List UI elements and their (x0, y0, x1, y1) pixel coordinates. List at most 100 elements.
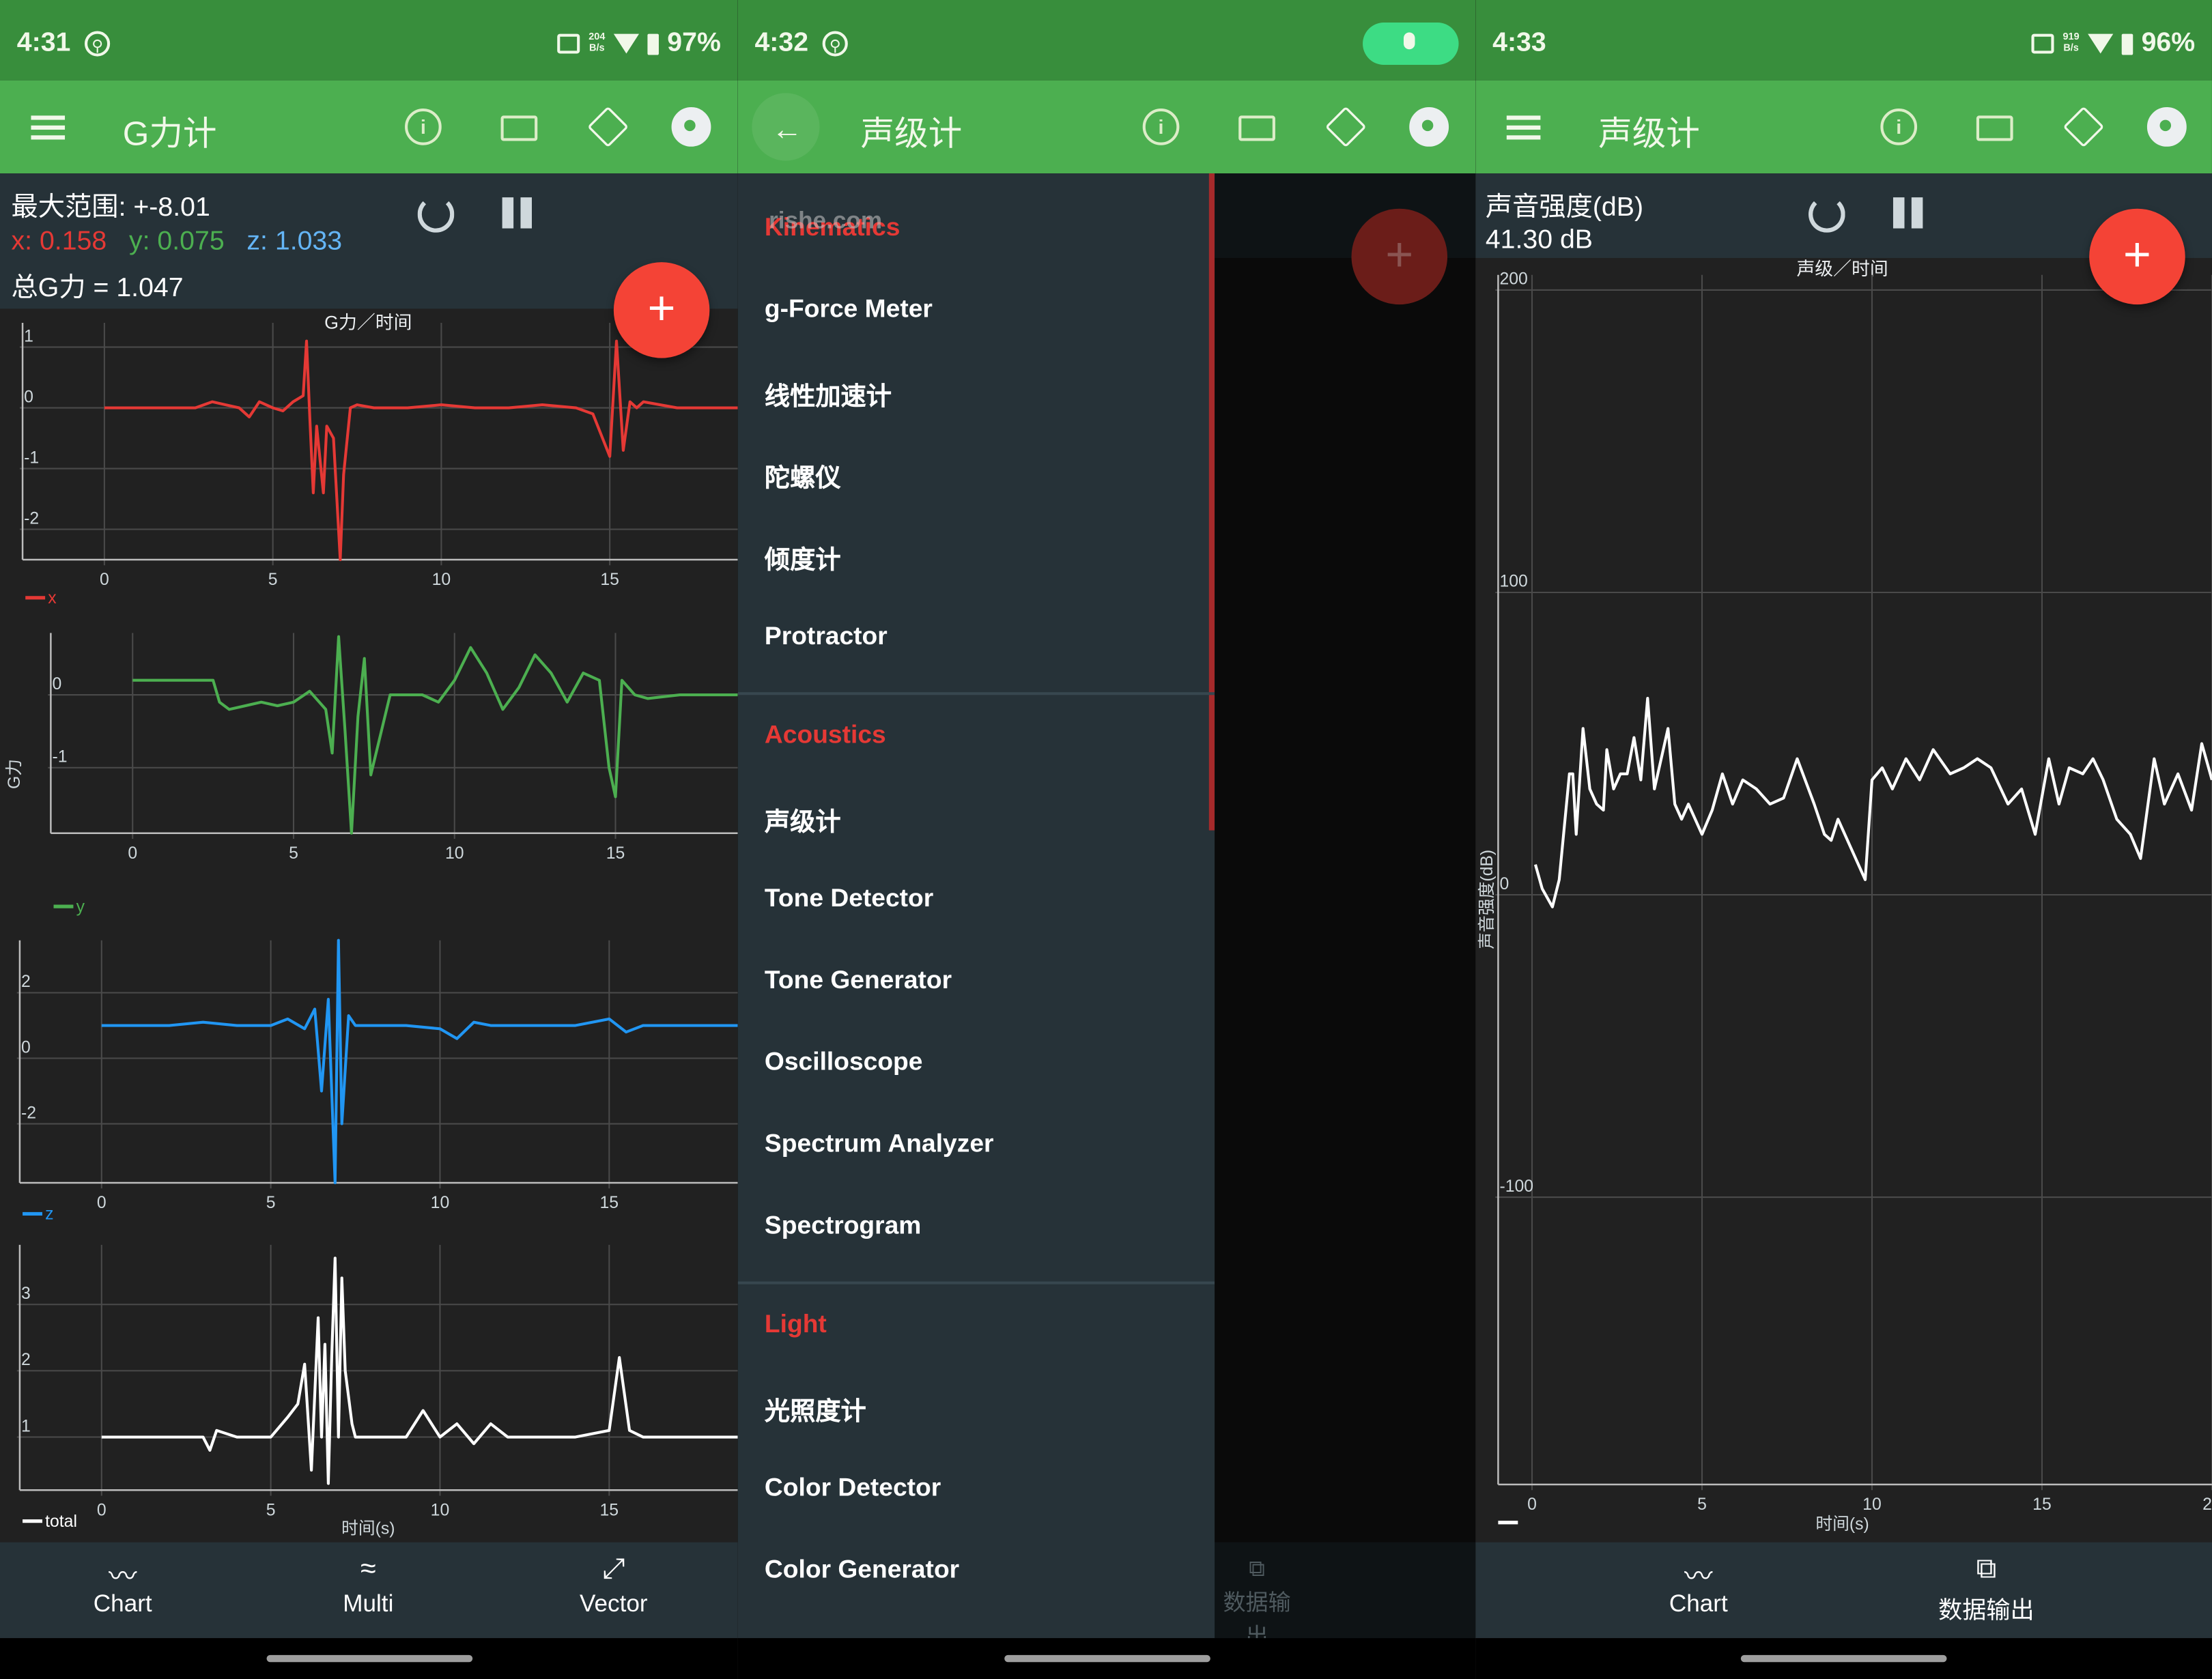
settings-button[interactable] (671, 106, 711, 147)
wrench-icon: ⚲ (84, 31, 111, 57)
x-tick-label: 15 (606, 844, 625, 863)
status-time: 4:32 (754, 28, 809, 58)
nav-vector[interactable]: ⤢ Vector (529, 1553, 698, 1618)
gforce-charts: G力／时间G力0 5 10 1510-1-2x0 5 10 150-1y0 5 10 1520-2… (5, 312, 738, 1538)
nav-multi[interactable]: ≈ Multi (283, 1553, 453, 1618)
gforce-screen: 4:31 ⚲ 204B/s 97% G力计 i 最大范围: +-8.01 x: (0, 0, 738, 1679)
folder-button[interactable] (500, 115, 538, 141)
home-gesture-handle[interactable] (266, 1654, 472, 1663)
page-title: 声级计 (860, 115, 963, 154)
home-gesture-handle[interactable] (1740, 1654, 1947, 1663)
wifi-icon (2088, 33, 2114, 54)
pause-button[interactable] (1890, 193, 1933, 235)
drawer-scrollbar[interactable] (1208, 173, 1215, 831)
reset-button[interactable] (417, 196, 455, 233)
x-tick-label: 5 (268, 571, 278, 589)
section-header-acoustics: Acoustics (764, 720, 886, 749)
back-arrow-icon: ← (771, 111, 803, 147)
status-bar: 4:31 ⚲ 204 B/s 97% (0, 0, 738, 81)
y-tick-label: -1 (52, 747, 67, 766)
drawer-item-tone-detector[interactable]: Tone Detector (765, 884, 1188, 913)
y-tick-label: 2 (21, 1351, 31, 1369)
legend-label-total: total (45, 1512, 77, 1531)
max-range-label: 最大范围: +-8.01 (11, 192, 210, 223)
battery-percent: 97% (667, 28, 721, 58)
x-tick-label: 15 (600, 1501, 619, 1519)
reset-button[interactable] (1808, 196, 1845, 233)
menu-button[interactable] (1501, 104, 1546, 149)
drawer-item-light-meter[interactable]: 光照度计 (765, 1392, 1188, 1429)
add-button[interactable]: + (2089, 208, 2185, 305)
battery-icon (647, 33, 659, 55)
y-tick-label: -100 (1499, 1177, 1533, 1196)
series-line-x (104, 339, 738, 562)
navigation-drawer: Kinematics rishe.com g-Force Meter 线性加速计… (737, 173, 1215, 1639)
net-speed-value: 919 (2062, 32, 2080, 42)
drawer-item-protractor[interactable]: Protractor (765, 622, 1188, 651)
add-button-dimmed: + (1351, 208, 1448, 305)
divider (737, 692, 1215, 695)
drawer-item-spectrum-analyzer[interactable]: Spectrum Analyzer (765, 1129, 1188, 1158)
menu-icon (31, 135, 66, 140)
drawer-scrim[interactable] (1215, 173, 1476, 1639)
nav-chart[interactable]: 〰 Chart (38, 1553, 208, 1618)
home-gesture-handle[interactable] (1004, 1654, 1210, 1663)
drawer-item-inclinometer[interactable]: 倾度计 (765, 540, 1188, 577)
drawer-item-color-generator[interactable]: Color Generator (765, 1555, 1188, 1584)
y-tick-label: 100 (1499, 573, 1527, 591)
drawer-item-tone-generator[interactable]: Tone Generator (765, 966, 1188, 995)
x-tick-label: 10 (445, 844, 464, 863)
y-value: y: 0.075 (128, 227, 225, 257)
mic-in-use-indicator[interactable] (1363, 23, 1459, 66)
menu-icon (1506, 115, 1541, 120)
x-axis-label: 时间(s) (1815, 1515, 1869, 1534)
x-tick-label: 5 (266, 1194, 276, 1212)
status-time: 4:31 (16, 28, 71, 58)
nav-data-export[interactable]: ⧉ 数据输出 (1901, 1553, 2071, 1625)
y-tick-label: 0 (1499, 875, 1509, 893)
wrench-icon: ⚲ (822, 31, 848, 57)
y-tick-label: 1 (24, 327, 33, 345)
series-line-sound-level (1533, 696, 2212, 908)
app-bar: ← 声级计 i (737, 80, 1476, 174)
info-icon: i (420, 115, 426, 139)
menu-button[interactable] (25, 104, 70, 149)
screen-rotation-button[interactable] (1324, 106, 1367, 148)
add-button[interactable]: + (613, 262, 710, 358)
net-speed-unit: B/s (589, 44, 605, 54)
drawer-item-color-detector[interactable]: Color Detector (765, 1473, 1188, 1502)
bottom-navigation: 〰 Chart ⧉ 数据输出 (1475, 1542, 2212, 1639)
pause-button[interactable] (499, 193, 541, 235)
drawer-screen: 4:32 ⚲ ← 声级计 i + ⧉ 数据输出 Kinematics rishe.… (737, 0, 1476, 1679)
info-button[interactable]: i (1142, 109, 1180, 145)
screen-rotation-button[interactable] (587, 106, 629, 148)
sound-intensity-value: 41.30 dB (1485, 225, 1593, 255)
settings-button[interactable] (2146, 106, 2187, 147)
nav-chart[interactable]: 〰 Chart (1614, 1553, 1783, 1618)
drawer-item-g-force-meter[interactable]: g-Force Meter (765, 295, 1188, 324)
folder-button[interactable] (1238, 115, 1275, 141)
settings-button[interactable] (1409, 106, 1449, 147)
info-button[interactable]: i (1880, 109, 1918, 145)
x-tick-label: 20 (2202, 1495, 2212, 1514)
folder-button[interactable] (1976, 115, 2013, 141)
x-tick-label: 0 (1527, 1495, 1537, 1514)
drawer-item-gyroscope[interactable]: 陀螺仪 (765, 458, 1188, 495)
microphone-icon (1403, 32, 1415, 50)
sound-level-chart: 声级／时间 0 5 10 15 20 200 100 0 -100 声音强度(dB) 时间(s) (1477, 259, 2212, 1534)
drawer-item-linear-accelerometer[interactable]: 线性加速计 (765, 376, 1188, 413)
drawer-item-sound-meter[interactable]: 声级计 (765, 802, 1188, 839)
drawer-item-oscilloscope[interactable]: Oscilloscope (765, 1048, 1188, 1077)
vector-expand-icon: ⤢ (602, 1553, 625, 1585)
x-axis-label: 时间(s) (341, 1519, 395, 1538)
screen-rotation-button[interactable] (2062, 106, 2105, 148)
vibrate-icon (2032, 33, 2055, 54)
data-export-icon: ⧉ (1249, 1558, 1265, 1582)
legend-label-x: x (48, 589, 57, 607)
info-button[interactable]: i (405, 109, 442, 145)
y-tick-label: 1 (21, 1417, 31, 1435)
back-button[interactable]: ← (752, 93, 820, 161)
drawer-item-spectrogram[interactable]: Spectrogram (765, 1211, 1188, 1240)
x-tick-label: 10 (1862, 1495, 1882, 1514)
system-nav-bar (737, 1638, 1476, 1679)
